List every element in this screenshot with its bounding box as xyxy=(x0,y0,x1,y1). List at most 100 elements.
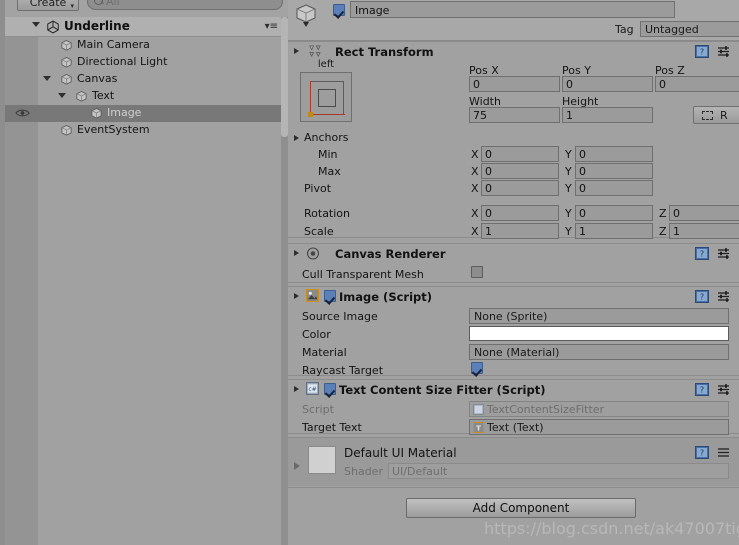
add-component-button[interactable]: Add Component xyxy=(406,498,636,518)
image-script-header[interactable]: Image (Script) ? xyxy=(288,287,739,306)
svg-text:c#: c# xyxy=(308,386,316,393)
help-icon[interactable]: ? xyxy=(695,247,709,260)
rotation-x-input[interactable]: 0 xyxy=(481,205,559,221)
help-icon[interactable]: ? xyxy=(695,45,709,58)
rect-transform-collapse-triangle-icon[interactable] xyxy=(294,48,299,54)
min-axis-y-label: Y xyxy=(565,148,572,161)
image-script-enabled-checkbox[interactable] xyxy=(324,290,336,302)
pivot-y-input[interactable]: 0 xyxy=(575,180,653,196)
script-value: TextContentSizeFitter xyxy=(487,403,605,416)
pivot-dot-icon xyxy=(308,112,313,117)
canvas-renderer-header[interactable]: Canvas Renderer ? xyxy=(288,244,739,263)
search-placeholder: All xyxy=(106,0,120,8)
gameobject-enabled-checkbox[interactable] xyxy=(333,4,345,16)
anchor-preset-widget[interactable] xyxy=(300,72,352,122)
rot-axis-x-label: X xyxy=(471,207,479,220)
inspector-panel: Image Static ▾ Tag Untagged ▴▾ Layer UI … xyxy=(288,0,739,545)
tag-value: Untagged xyxy=(645,23,699,36)
scale-x-input[interactable]: 1 xyxy=(481,223,559,239)
anchor-max-y-input[interactable]: 0 xyxy=(575,163,653,179)
hierarchy-item-canvas[interactable]: Canvas xyxy=(5,71,283,88)
scale-y-input[interactable]: 1 xyxy=(575,223,653,239)
hierarchy-item-eventsystem[interactable]: EventSystem xyxy=(5,122,283,139)
expand-triangle-icon[interactable] xyxy=(43,76,51,81)
csharp-script-icon: c# xyxy=(306,382,319,395)
tcsf-collapse-triangle-icon[interactable] xyxy=(294,386,299,392)
scene-root-row[interactable]: Underline ▾≡ xyxy=(5,17,283,37)
text-content-size-fitter-header[interactable]: c# Text Content Size Fitter (Script) ? xyxy=(288,380,739,399)
scale-axis-z-label: Z xyxy=(659,225,667,238)
hierarchy-item-main-camera[interactable]: Main Camera xyxy=(5,37,283,54)
target-text-value: Text (Text) xyxy=(487,421,544,434)
canvas-renderer-collapse-triangle-icon[interactable] xyxy=(294,250,299,256)
hierarchy-item-directional-light[interactable]: Directional Light xyxy=(5,54,283,71)
tcsf-enabled-checkbox[interactable] xyxy=(324,383,336,395)
rotation-y-input[interactable]: 0 xyxy=(575,205,653,221)
target-text-object-field[interactable]: T Text (Text) xyxy=(469,419,729,435)
pivot-x-input[interactable]: 0 xyxy=(481,180,559,196)
image-component-icon xyxy=(306,289,319,302)
rotation-z-value: 0 xyxy=(673,207,680,220)
width-input[interactable]: 75 xyxy=(469,107,560,123)
rot-axis-y-label: Y xyxy=(565,207,572,220)
anchor-min-label: Min xyxy=(318,148,338,161)
material-expand-triangle-icon[interactable] xyxy=(294,462,300,470)
anchor-line-horizontal xyxy=(310,114,345,116)
image-script-collapse-triangle-icon[interactable] xyxy=(294,293,299,299)
anchor-min-x-input[interactable]: 0 xyxy=(481,146,559,162)
scale-z-input[interactable]: 1 xyxy=(669,223,739,239)
anchor-max-x-input[interactable]: 0 xyxy=(481,163,559,179)
color-swatch-field[interactable] xyxy=(469,326,729,341)
hierarchy-item-image[interactable]: Image xyxy=(5,105,283,122)
rotation-z-input[interactable]: 0 xyxy=(669,205,739,221)
tag-dropdown[interactable]: Untagged ▴▾ xyxy=(640,21,739,37)
create-button[interactable]: Create ▾ xyxy=(17,0,79,11)
hierarchy-search-input[interactable]: All xyxy=(87,0,283,10)
pos-x-input[interactable]: 0 xyxy=(469,76,560,92)
component-settings-icon[interactable] xyxy=(717,290,731,303)
component-settings-icon[interactable] xyxy=(717,45,731,58)
help-icon[interactable]: ? xyxy=(695,383,709,396)
watermark-text: https://blog.csdn.net/ak47007tiger xyxy=(484,519,739,538)
min-axis-x-label: X xyxy=(471,148,479,161)
expand-triangle-icon[interactable] xyxy=(58,93,66,98)
gameobject-name-value: Image xyxy=(355,4,390,17)
source-image-object-field[interactable]: None (Sprite) xyxy=(469,308,729,324)
component-settings-icon[interactable] xyxy=(717,247,731,260)
help-icon[interactable]: ? xyxy=(695,446,709,459)
scene-expand-triangle-icon[interactable] xyxy=(32,22,40,27)
hierarchy-item-label: Directional Light xyxy=(77,55,168,68)
scene-name: Underline xyxy=(64,19,130,33)
pos-z-input[interactable]: 0 xyxy=(655,76,739,92)
pos-x-value: 0 xyxy=(473,78,480,91)
shader-dropdown[interactable]: UI/Default xyxy=(388,463,729,479)
raycast-target-checkbox[interactable] xyxy=(471,362,483,374)
component-settings-icon[interactable] xyxy=(717,446,731,459)
gameobject-name-input[interactable]: Image xyxy=(350,1,675,18)
visibility-eye-icon[interactable] xyxy=(15,108,30,118)
svg-text:?: ? xyxy=(700,293,704,302)
pivot-axis-x-label: X xyxy=(471,182,479,195)
component-settings-icon[interactable] xyxy=(717,383,731,396)
help-icon[interactable]: ? xyxy=(695,290,709,303)
anchor-min-x-value: 0 xyxy=(485,148,492,161)
hierarchy-tree: Underline ▾≡ Main Camera Directional Ligh… xyxy=(5,17,283,545)
rotation-y-value: 0 xyxy=(579,207,586,220)
gameobject-icon xyxy=(76,91,87,102)
pos-y-input[interactable]: 0 xyxy=(562,76,653,92)
hierarchy-panel: Create ▾ All Underline ▾≡ Main Camera Dir… xyxy=(0,0,288,545)
blueprint-mode-button[interactable]: R xyxy=(693,106,739,124)
material-object-field[interactable]: None (Material) xyxy=(469,344,729,360)
rect-transform-header[interactable]: Rect Transform ? xyxy=(288,42,739,61)
anchor-min-y-input[interactable]: 0 xyxy=(575,146,653,162)
scale-label: Scale xyxy=(304,225,334,238)
hierarchy-scrollbar-thumb[interactable] xyxy=(281,17,288,137)
scene-options-icon[interactable]: ▾≡ xyxy=(265,21,278,32)
anchors-expand-triangle-icon[interactable] xyxy=(294,135,299,141)
height-input[interactable]: 1 xyxy=(562,107,653,123)
cull-transparent-mesh-checkbox[interactable] xyxy=(471,266,483,278)
shader-label: Shader xyxy=(344,465,383,478)
rot-axis-z-label: Z xyxy=(659,207,667,220)
hierarchy-item-text[interactable]: Text xyxy=(5,88,283,105)
add-component-area: Add Component https://blog.csdn.net/ak47… xyxy=(288,488,739,545)
